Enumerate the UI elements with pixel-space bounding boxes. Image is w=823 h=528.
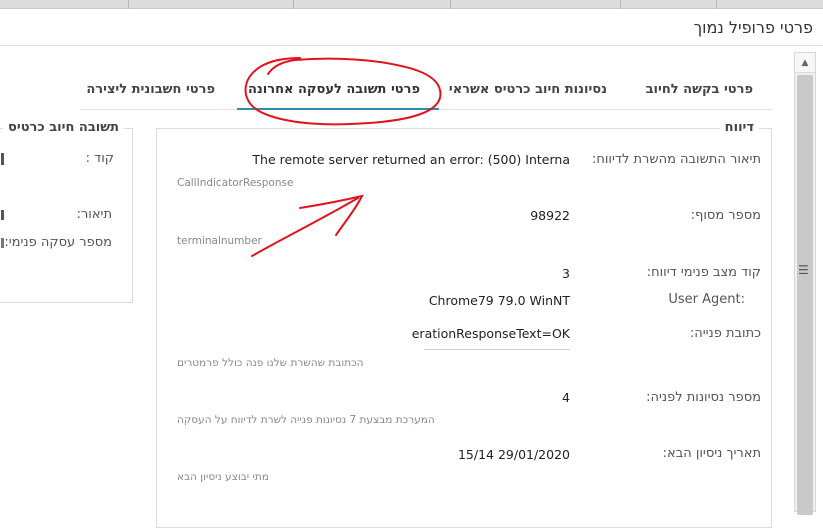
address-label: כתובת פנייה: <box>689 326 761 341</box>
card-code-label: קוד : <box>85 151 114 166</box>
terminal-hint: terminalnumber <box>177 235 262 247</box>
scroll-grip-icon: ☰ <box>798 263 809 277</box>
strip-divider <box>716 0 717 9</box>
address-hint: הכתובת שהשרת שלנו פנה כולל פרמטרים <box>177 357 364 369</box>
tab-bar: פרטי בקשה לחיוב נסיונות חיוב כרטיס אשראי… <box>80 72 773 110</box>
attempts-label: מספר נסיונות לפניה: <box>646 390 761 405</box>
strip-divider <box>450 0 451 9</box>
card-internal-tx-value-edge <box>1 238 4 248</box>
user-agent-value: Chrome79 79.0 WinNT <box>428 293 570 308</box>
card-response-legend: תשובה חיוב כרטיס <box>3 120 124 135</box>
card-desc-value-edge <box>1 210 4 220</box>
response-desc-label: תיאור התשובה מהשרת לדיווח: <box>592 152 761 167</box>
response-desc-value: The remote server returned an error: (50… <box>252 152 570 167</box>
card-internal-tx-label: מספר עסקה פנימי: <box>4 235 112 250</box>
report-section: דיווח תיאור התשובה מהשרת לדיווח: The rem… <box>156 120 772 528</box>
terminal-value: 98922 <box>530 208 570 223</box>
response-desc-hint: CallIndicatorResponse <box>177 177 294 189</box>
next-try-hint: מתי יבוצע ניסיון הבא <box>177 471 269 483</box>
status-code-label: קוד מצב פנימי דיווח: <box>646 265 761 280</box>
card-desc-label: תיאור: <box>76 207 112 222</box>
card-code-value-edge <box>1 153 4 165</box>
card-response-section: תשובה חיוב כרטיס קוד : תיאור: מספר עסקה … <box>0 120 133 303</box>
title-divider <box>0 45 823 46</box>
tab-invoice-details[interactable]: פרטי חשבונית ליצירה <box>86 82 215 97</box>
attempts-hint: המערכת מבצעת 7 נסיונות פנייה לשרת לדיווח… <box>177 414 435 426</box>
scroll-thumb[interactable] <box>797 75 813 515</box>
attempts-value: 4 <box>562 390 570 405</box>
strip-divider <box>128 0 129 9</box>
strip-divider <box>620 0 621 9</box>
active-tab-indicator <box>237 108 439 110</box>
status-code-value: 3 <box>562 266 570 281</box>
terminal-label: מספר מסוף: <box>690 208 761 223</box>
strip-divider <box>293 0 294 9</box>
tab-last-transaction-response[interactable]: פרטי תשובה לעסקה אחרונה <box>248 82 420 97</box>
top-strip <box>0 0 823 9</box>
report-legend: דיווח <box>719 120 759 135</box>
address-field-underline <box>424 349 570 350</box>
tab-charge-request[interactable]: פרטי בקשה לחיוב <box>646 82 753 97</box>
vertical-scrollbar[interactable]: ▲ ☰ <box>794 52 816 515</box>
user-agent-label: User Agent: <box>668 292 745 307</box>
scroll-up-icon[interactable]: ▲ <box>795 53 815 73</box>
next-try-label: תאריך ניסיון הבא: <box>662 446 761 461</box>
tab-card-attempts[interactable]: נסיונות חיוב כרטיס אשראי <box>449 82 607 97</box>
address-value: erationResponseText=OK <box>411 326 570 341</box>
next-try-value: 15/14 29/01/2020 <box>457 447 570 462</box>
window-title: פרטי פרופיל נמוך <box>693 18 813 37</box>
